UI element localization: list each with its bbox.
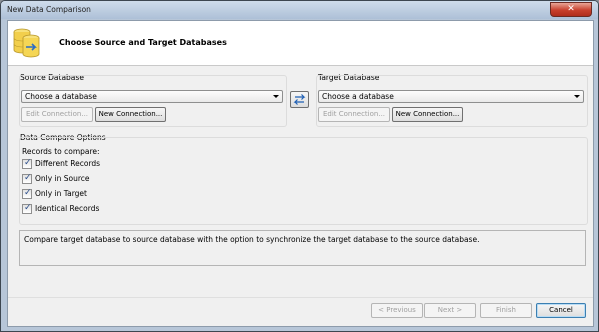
page-title: Choose Source and Target Databases (59, 38, 227, 47)
source-select-value: Choose a database (25, 92, 97, 101)
description-text: Compare target database to source databa… (24, 235, 480, 244)
identical-records-checkbox[interactable]: ✓ (22, 203, 32, 214)
only-in-source-checkbox[interactable]: ✓ (22, 173, 32, 184)
finish-button[interactable]: Finish (480, 303, 532, 318)
checkmark-icon: ✓ (24, 203, 32, 213)
only-in-source-label: Only in Source (35, 174, 90, 183)
checkmark-icon: ✓ (24, 173, 32, 183)
title-bar[interactable]: New Data Comparison ✕ (1, 1, 598, 19)
footer-divider (8, 297, 593, 298)
cancel-button[interactable]: Cancel (536, 303, 586, 318)
next-button[interactable]: Next > (424, 303, 476, 318)
source-database-select[interactable]: Choose a database (21, 90, 283, 103)
source-edit-connection-button[interactable]: Edit Connection... (21, 107, 93, 122)
close-icon: ✕ (567, 4, 575, 14)
different-records-checkbox[interactable]: ✓ (22, 158, 32, 169)
dialog-window: New Data Comparison ✕ Choose Source and … (0, 0, 599, 332)
only-in-target-label: Only in Target (35, 189, 87, 198)
swap-arrows-icon (293, 94, 306, 105)
swap-databases-button[interactable] (290, 91, 309, 108)
target-database-select[interactable]: Choose a database (318, 90, 584, 103)
different-records-label: Different Records (35, 159, 101, 168)
checkmark-icon: ✓ (24, 188, 32, 198)
previous-button[interactable]: < Previous (371, 303, 423, 318)
checkmark-icon: ✓ (24, 158, 32, 168)
chevron-down-icon (574, 95, 580, 98)
records-to-compare-label: Records to compare: (22, 147, 100, 156)
target-new-connection-button[interactable]: New Connection... (392, 107, 463, 122)
only-in-target-checkbox[interactable]: ✓ (22, 188, 32, 199)
wizard-header: Choose Source and Target Databases (8, 21, 593, 66)
target-select-value: Choose a database (322, 92, 394, 101)
close-button[interactable]: ✕ (550, 2, 592, 17)
dialog-client: Choose Source and Target Databases Sourc… (7, 20, 594, 327)
source-new-connection-button[interactable]: New Connection... (95, 107, 166, 122)
options-frame (19, 137, 588, 225)
identical-records-label: Identical Records (35, 204, 100, 213)
window-title: New Data Comparison (7, 5, 91, 14)
chevron-down-icon (273, 95, 279, 98)
target-edit-connection-button[interactable]: Edit Connection... (318, 107, 390, 122)
description-panel: Compare target database to source databa… (19, 230, 586, 266)
database-compare-icon (13, 28, 40, 58)
